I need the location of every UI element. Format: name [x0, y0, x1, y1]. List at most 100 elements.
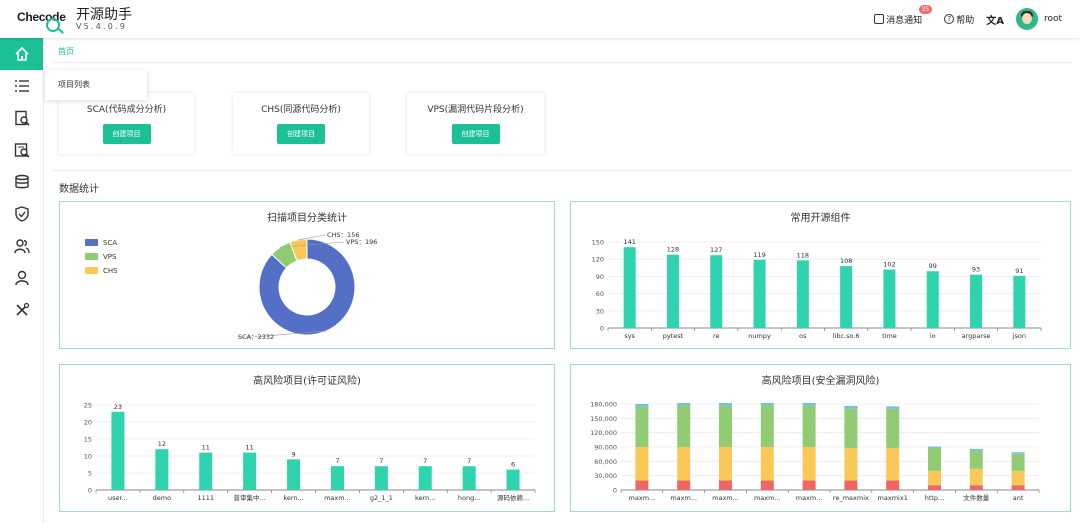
notification-badge: 35 [918, 4, 933, 14]
x-tick-label: libc.so.6 [833, 332, 860, 340]
y-tick-label: 0 [613, 487, 617, 495]
stacked-bar-segment [886, 447, 900, 481]
sidebar-item-scan[interactable] [0, 102, 43, 134]
bar [155, 449, 169, 490]
bar [666, 254, 679, 328]
bar [374, 466, 388, 490]
y-tick-label: 60 [596, 290, 604, 298]
stacked-bar-segment [802, 403, 816, 406]
stacked-bar-segment [719, 480, 732, 490]
stacked-bar-segment [1011, 452, 1025, 454]
section-divider [52, 170, 1072, 171]
stacked-bar-segment [802, 405, 816, 447]
sidebar [0, 38, 44, 523]
translate-icon: 文A [986, 15, 1004, 27]
vuln-panel: 高风险项目(安全漏洞风险) 0 30,000 60,000 90,000 120,000… [570, 364, 1071, 512]
stacked-bar-segment [844, 447, 858, 481]
stacked-bar-segment [1011, 453, 1025, 471]
x-tick-label: 1111 [197, 494, 214, 502]
top-header: Checode 开源助手 V5.4.0.9 消息通知 35 ? 帮助 文A ro… [0, 0, 1080, 38]
notification-label: 消息通知 [886, 15, 923, 26]
language-button[interactable]: 文A [986, 12, 1004, 27]
bar-value-label: 102 [883, 261, 895, 269]
app-name: 开源助手 [76, 7, 132, 23]
bar-value-label: 93 [972, 266, 980, 274]
stacked-bar-segment [802, 480, 816, 490]
bar [970, 274, 983, 328]
stacked-bar-segment [844, 480, 858, 490]
bar [796, 260, 809, 328]
bar [710, 255, 723, 328]
stacked-bar-segment [844, 405, 858, 409]
bar-value-label: 7 [467, 457, 471, 465]
bar [623, 247, 636, 328]
help-button[interactable]: ? 帮助 [944, 13, 974, 26]
bar-value-label: 23 [114, 403, 122, 411]
breadcrumb-divider [52, 62, 1072, 63]
x-tick-label: 普审集中... [234, 493, 266, 502]
stacked-bar-segment [969, 450, 983, 469]
stacked-bar-segment [635, 406, 649, 447]
legend-label: CHS [103, 267, 118, 275]
document-search-icon [14, 110, 30, 126]
y-tick-label: 5 [88, 470, 92, 478]
x-tick-label: user... [108, 494, 128, 502]
sidebar-item-users[interactable] [0, 230, 43, 262]
bar [199, 452, 213, 490]
pie-label: CHS：156 [327, 231, 359, 239]
sidebar-item-security[interactable] [0, 198, 43, 230]
help-icon: ? [944, 14, 955, 24]
legend-swatch [85, 239, 98, 246]
y-tick-label: 60,000 [594, 458, 617, 466]
checode-logo[interactable]: Checode [14, 6, 66, 34]
sidebar-item-report[interactable] [0, 134, 43, 166]
sidebar-item-home[interactable] [0, 38, 43, 70]
create-sca-project-button[interactable]: 创建项目 [102, 124, 151, 144]
x-tick-label: hong... [458, 494, 481, 502]
card-chs: CHS(同源代码分析) 创建项目 [233, 93, 369, 154]
y-tick-label: 15 [84, 436, 92, 444]
y-tick-label: 0 [88, 487, 92, 495]
avatar [1015, 8, 1038, 30]
y-tick-label: 30 [596, 307, 604, 315]
y-tick-label: 120 [592, 256, 604, 264]
sidebar-item-project-list[interactable] [0, 70, 43, 102]
x-tick-label: 文件数量 [963, 493, 990, 502]
bar [753, 259, 766, 328]
breadcrumb[interactable]: 首页 [58, 46, 74, 57]
stacked-bar-segment [969, 485, 983, 490]
pie-label: SCA：2332 [238, 333, 274, 341]
sidebar-tooltip: 项目列表 [45, 70, 147, 100]
bar-value-label: 108 [840, 257, 852, 265]
list-icon [14, 80, 29, 92]
bar-value-label: 91 [1015, 267, 1023, 275]
bar-value-label: 118 [797, 251, 809, 259]
sidebar-item-user[interactable] [0, 262, 43, 294]
stacked-bar-segment [1011, 485, 1025, 490]
card-title: CHS(同源代码分析) [261, 105, 341, 115]
stacked-bar-segment [635, 480, 649, 490]
x-tick-label: re_maxmix [833, 494, 869, 502]
x-tick-label: maxm... [796, 494, 823, 502]
bar-value-label: 7 [379, 457, 383, 465]
x-tick-label: pytest [663, 332, 684, 340]
notification-button[interactable]: 消息通知 35 [874, 4, 933, 26]
sidebar-item-tools[interactable] [0, 294, 43, 326]
x-tick-label: io [930, 332, 936, 340]
user-name: root [1043, 14, 1062, 24]
create-chs-project-button[interactable]: 创建项目 [277, 124, 325, 144]
sidebar-item-database[interactable] [0, 166, 43, 198]
y-tick-label: 90,000 [594, 444, 617, 452]
x-tick-label: g2_1_1 [370, 494, 393, 502]
bar [418, 466, 432, 490]
vuln-chart: 0 30,000 60,000 90,000 120,000 150,000 180,000… [590, 401, 1040, 502]
stacked-bar-segment [886, 480, 900, 490]
tools-icon [15, 302, 29, 316]
user-menu[interactable]: root [1015, 8, 1062, 30]
create-vps-project-button[interactable]: 创建项目 [451, 124, 500, 144]
user-icon [14, 270, 29, 286]
x-tick-label: kern... [283, 494, 303, 502]
legend-label: SCA [103, 239, 117, 247]
bar [462, 466, 476, 490]
message-icon [874, 14, 885, 24]
